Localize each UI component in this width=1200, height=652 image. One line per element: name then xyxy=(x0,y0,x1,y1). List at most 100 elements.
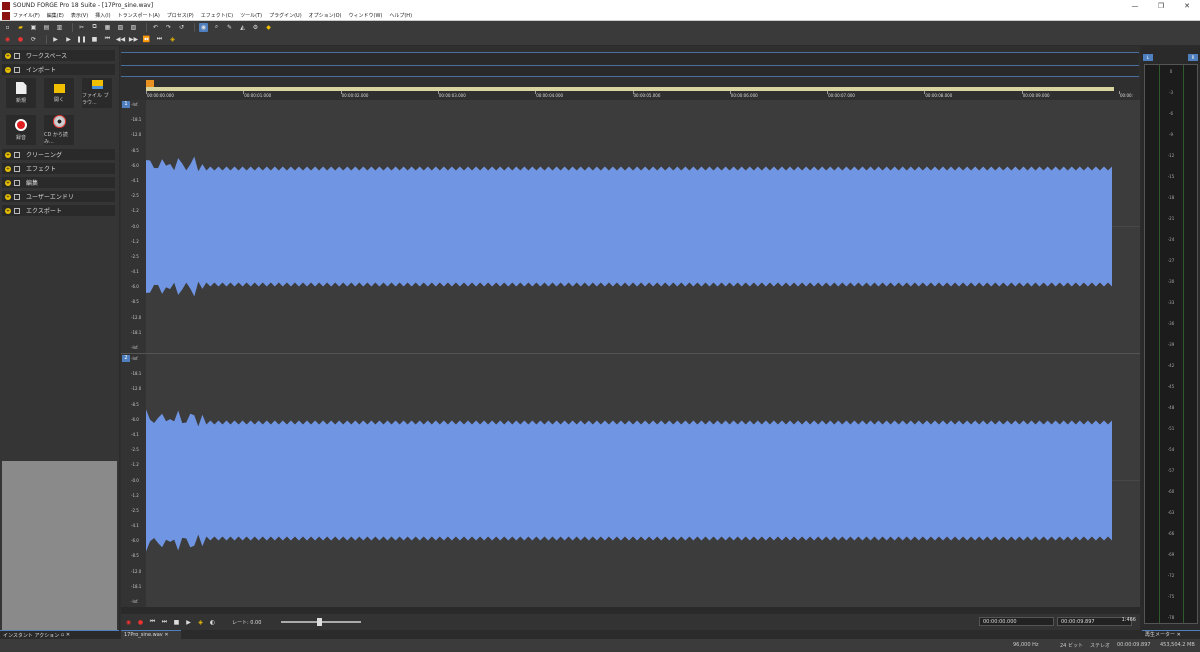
expand-icon[interactable]: + xyxy=(5,207,11,214)
expand-icon[interactable]: + xyxy=(5,151,11,158)
maximize-button[interactable]: ❐ xyxy=(1148,2,1174,10)
pause-icon[interactable]: ❚❚ xyxy=(76,35,86,44)
extract-cd-tile[interactable]: CD から読み... xyxy=(44,115,74,145)
copy-icon[interactable]: ⧉ xyxy=(90,23,99,32)
channel-1[interactable]: -Inf. -18.1 -12.0 -8.5 -6.0 -4.1 -2.5 -1.2 -0.0 -… xyxy=(121,100,1140,353)
pencil-tool-icon[interactable]: ✎ xyxy=(225,23,234,32)
undo-icon[interactable]: ↶ xyxy=(151,23,160,32)
section-import[interactable]: − インポート xyxy=(2,64,115,75)
rate-slider[interactable] xyxy=(281,618,362,626)
loop-icon[interactable]: ◐ xyxy=(208,618,217,627)
record-tile[interactable]: 録音 xyxy=(6,115,36,145)
meter-channel-label[interactable]: R xyxy=(1188,54,1198,61)
go-to-start-icon[interactable]: ⏮ xyxy=(103,35,112,44)
go-to-end-icon[interactable]: ⏭ xyxy=(155,35,164,44)
section-cleaning[interactable]: + クリーニング xyxy=(2,149,115,160)
instant-action-tab[interactable]: インスタント アクション ▫ ✕ xyxy=(0,630,119,639)
mix-icon[interactable]: ▧ xyxy=(116,23,125,32)
edit-tool-icon[interactable]: ◉ xyxy=(199,22,208,32)
paste-icon[interactable]: ▦ xyxy=(103,23,112,32)
record-arm-icon[interactable]: ◉ xyxy=(124,618,133,627)
stop-icon[interactable]: ■ xyxy=(172,618,181,627)
prev-marker-icon[interactable]: ⏪ xyxy=(142,35,151,44)
loop-icon[interactable]: ⟳ xyxy=(29,35,38,44)
zoom-ratio[interactable]: 1:466 xyxy=(1122,617,1136,623)
menu-edit[interactable]: 編集(E) xyxy=(47,12,64,19)
document-tab[interactable]: 17Pro_sine.wav ✕ xyxy=(121,630,181,639)
pin-icon[interactable]: ▫ xyxy=(61,632,64,638)
rewind-icon[interactable]: ◀◀ xyxy=(116,35,125,44)
channel-2[interactable]: -Inf. -18.1 -12.0 -8.5 -6.0 -4.1 -2.5 -1.2 -0.0 -… xyxy=(121,354,1140,607)
open-file-tile[interactable]: 開く xyxy=(44,78,74,108)
minimize-button[interactable]: — xyxy=(1122,2,1148,10)
menu-insert[interactable]: 挿入(I) xyxy=(95,12,110,19)
play-all-icon[interactable]: ▶ xyxy=(51,35,60,44)
menu-window[interactable]: ウィンドウ(W) xyxy=(349,12,383,19)
menu-plugins[interactable]: プラグイン(U) xyxy=(269,12,302,19)
magnify-tool-icon[interactable]: ⌕ xyxy=(212,23,221,32)
horizontal-scrollbar[interactable] xyxy=(121,607,1140,614)
play-icon[interactable]: ▶ xyxy=(184,618,193,627)
section-effects[interactable]: + エフェクト xyxy=(2,163,115,174)
close-icon[interactable]: ✕ xyxy=(164,632,168,638)
menu-help[interactable]: ヘルプ(H) xyxy=(389,12,412,19)
document-icon[interactable] xyxy=(2,11,10,20)
waveform[interactable] xyxy=(146,100,1140,353)
menu-effects[interactable]: エフェクト(C) xyxy=(201,12,233,19)
section-edit[interactable]: + 編集 xyxy=(2,177,115,188)
event-tool-icon[interactable]: ◆ xyxy=(264,23,273,32)
close-icon[interactable]: ✕ xyxy=(1177,632,1181,638)
collapse-icon[interactable]: − xyxy=(5,66,11,73)
save-as-icon[interactable]: ▤ xyxy=(42,23,51,32)
menu-options[interactable]: オプション(O) xyxy=(309,12,342,19)
data-window-transport: ◉ ● ⏮ ⏭ ■ ▶ ◈ ◐ レート: 0.00 00:00:00.000 0… xyxy=(121,614,1140,630)
level-meter[interactable]: 0 -3 -6 -9 -12 -15 -18 -21 -24 -27 -30 -33 -36 -39 -42… xyxy=(1144,64,1198,624)
channel-number[interactable]: 1 xyxy=(122,101,130,108)
trim-icon[interactable]: ▨ xyxy=(129,23,138,32)
repeat-icon[interactable]: ↺ xyxy=(177,23,186,32)
envelope-tool-icon[interactable]: ◭ xyxy=(238,23,247,32)
meter-tab[interactable]: 再生メーター ✕ xyxy=(1142,630,1200,639)
rate-slider-knob[interactable] xyxy=(317,618,323,626)
waveform[interactable] xyxy=(146,354,1140,607)
meter-channel-label[interactable]: L xyxy=(1143,54,1153,61)
expand-icon[interactable]: + xyxy=(5,193,11,200)
menu-transport[interactable]: トランスポート(A) xyxy=(118,12,160,19)
close-button[interactable]: ✕ xyxy=(1174,2,1200,10)
save-all-icon[interactable]: ▥ xyxy=(55,23,64,32)
close-icon[interactable]: ✕ xyxy=(66,632,70,638)
expand-icon[interactable]: + xyxy=(5,165,11,172)
play-icon[interactable]: ▶ xyxy=(64,35,73,44)
expand-icon[interactable]: + xyxy=(5,52,11,59)
redo-icon[interactable]: ↷ xyxy=(164,23,173,32)
file-browser-tile[interactable]: ファイル ブラウ... xyxy=(82,78,112,108)
record-arm-icon[interactable]: ◉ xyxy=(3,35,12,44)
expand-icon[interactable]: + xyxy=(5,179,11,186)
playhead-marker[interactable] xyxy=(146,80,154,87)
record-icon[interactable]: ● xyxy=(16,35,25,44)
overview-bar[interactable] xyxy=(121,52,1139,77)
time-ruler[interactable]: 00:00:00.000 00:00:01.000 00:00:02.000 00:0… xyxy=(121,91,1140,100)
open-folder-icon[interactable]: ▰ xyxy=(16,23,25,32)
menu-file[interactable]: ファイル(F) xyxy=(13,12,40,19)
forward-icon[interactable]: ▶▶ xyxy=(129,35,138,44)
new-file-tile[interactable]: 新規 xyxy=(6,78,36,108)
cut-icon[interactable]: ✂ xyxy=(77,23,86,32)
snap-icon[interactable]: ⚙ xyxy=(251,23,260,32)
go-to-start-icon[interactable]: ⏮ xyxy=(148,618,157,627)
stop-icon[interactable]: ■ xyxy=(90,35,99,44)
save-icon[interactable]: ▣ xyxy=(29,23,38,32)
selection-start-field[interactable]: 00:00:00.000 xyxy=(979,617,1054,626)
new-file-icon[interactable]: ▫ xyxy=(3,23,12,32)
menu-process[interactable]: プロセス(P) xyxy=(167,12,194,19)
section-export[interactable]: + エクスポート xyxy=(2,205,115,216)
channel-number[interactable]: 2 xyxy=(122,355,130,362)
metronome-icon[interactable]: ◈ xyxy=(168,35,177,44)
scrub-icon[interactable]: ◈ xyxy=(196,618,205,627)
menu-tools[interactable]: ツール(T) xyxy=(240,12,262,19)
menu-view[interactable]: 表示(V) xyxy=(71,12,88,19)
record-icon[interactable]: ● xyxy=(136,618,145,627)
section-user[interactable]: + ユーザーエンドリ xyxy=(2,191,115,202)
go-to-end-icon[interactable]: ⏭ xyxy=(160,618,169,627)
section-workspace[interactable]: + ワークスペース xyxy=(2,50,115,61)
